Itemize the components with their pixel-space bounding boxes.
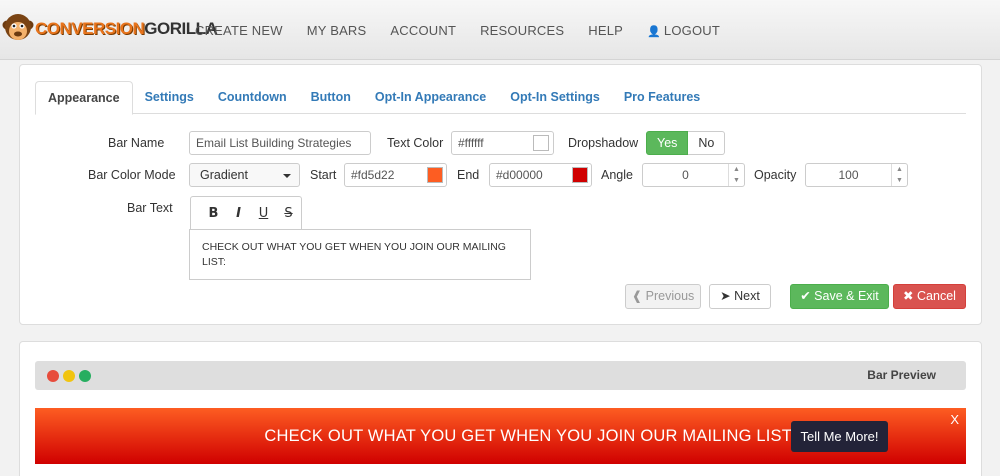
strikethrough-button[interactable]: S	[276, 206, 301, 221]
spin-down-icon[interactable]: ▼	[892, 175, 907, 186]
dropshadow-yes-button[interactable]: Yes	[646, 131, 689, 155]
text-color-label: Text Color	[387, 136, 444, 150]
bar-color-mode-value: Gradient	[200, 168, 248, 182]
bar-editor-panel: Appearance Settings Countdown Button Opt…	[19, 64, 982, 325]
start-label: Start	[310, 168, 337, 182]
underline-button[interactable]: U	[251, 206, 276, 221]
rich-text-toolbar: B I U S	[190, 196, 302, 229]
nav-account[interactable]: ACCOUNT	[378, 23, 468, 38]
x-icon: ✖	[903, 289, 914, 303]
opacity-input[interactable]: 100 ▲ ▼	[805, 163, 908, 187]
tab-appearance[interactable]: Appearance	[35, 81, 133, 115]
bar-color-mode-select[interactable]: Gradient	[189, 163, 300, 187]
bar-preview-panel: Bar Preview CHECK OUT WHAT YOU GET WHEN …	[19, 341, 982, 476]
preview-bar-text: CHECK OUT WHAT YOU GET WHEN YOU JOIN OUR…	[264, 427, 795, 445]
bar-text-label: Bar Text	[127, 201, 173, 215]
save-exit-button[interactable]: ✔ Save & Exit	[790, 284, 889, 309]
bar-text-editor[interactable]: CHECK OUT WHAT YOU GET WHEN YOU JOIN OUR…	[189, 229, 531, 280]
bar-color-mode-label: Bar Color Mode	[88, 168, 176, 182]
start-color-swatch[interactable]	[427, 167, 443, 183]
main-nav: CREATE NEW MY BARS ACCOUNT RESOURCES HEL…	[183, 0, 732, 60]
nav-logout-label: LOGOUT	[663, 22, 721, 38]
check-icon: ✔	[800, 289, 811, 303]
bar-name-input[interactable]: Email List Building Strategies	[189, 131, 371, 155]
yellow-dot-icon	[63, 370, 75, 382]
next-label: Next	[734, 289, 760, 303]
caret-down-icon	[283, 174, 291, 178]
nav-help[interactable]: HELP	[576, 23, 635, 38]
preview-window-bar: Bar Preview	[35, 361, 966, 390]
preview-bar: CHECK OUT WHAT YOU GET WHEN YOU JOIN OUR…	[35, 408, 966, 464]
nav-resources[interactable]: RESOURCES	[468, 23, 576, 38]
angle-input[interactable]: 0 ▲ ▼	[642, 163, 745, 187]
circle-chevron-left-icon: ❰	[631, 289, 643, 303]
nav-create-new[interactable]: CREATE NEW	[183, 23, 295, 38]
tab-opt-in-settings[interactable]: Opt-In Settings	[498, 81, 612, 114]
dropshadow-no-button[interactable]: No	[688, 131, 726, 155]
brand-part1: CONVERSION	[35, 19, 145, 38]
text-color-swatch[interactable]	[533, 135, 549, 151]
tell-me-more-button[interactable]: Tell Me More!	[791, 421, 888, 452]
opacity-spinner[interactable]: ▲ ▼	[891, 164, 907, 186]
tab-countdown[interactable]: Countdown	[206, 81, 299, 114]
preview-title: Bar Preview	[867, 368, 936, 382]
cancel-label: Cancel	[917, 289, 956, 303]
save-exit-label: Save & Exit	[814, 289, 879, 303]
cancel-button[interactable]: ✖ Cancel	[893, 284, 966, 309]
end-label: End	[457, 168, 480, 182]
nav-logout[interactable]: 👤 LOGOUT	[635, 23, 732, 38]
nav-my-bars[interactable]: MY BARS	[295, 23, 379, 38]
dropshadow-label: Dropshadow	[568, 136, 639, 150]
tab-pro-features[interactable]: Pro Features	[612, 81, 712, 114]
angle-spinner[interactable]: ▲ ▼	[728, 164, 744, 186]
opacity-value: 100	[838, 168, 859, 182]
angle-label: Angle	[601, 168, 633, 182]
user-icon: 👤	[647, 25, 661, 38]
spin-down-icon[interactable]: ▼	[729, 175, 744, 186]
opacity-label: Opacity	[754, 168, 797, 182]
bold-button[interactable]: B	[201, 206, 226, 221]
dropshadow-toggle: Yes No	[646, 131, 726, 155]
gorilla-logo-icon	[2, 14, 34, 40]
top-navbar: CONVERSIONGORILLA CREATE NEW MY BARS ACC…	[0, 0, 1000, 60]
bar-name-label: Bar Name	[108, 136, 165, 150]
angle-value: 0	[682, 168, 689, 182]
spin-up-icon[interactable]: ▲	[892, 164, 907, 175]
previous-button[interactable]: ❰ Previous	[625, 284, 701, 309]
green-dot-icon	[79, 370, 91, 382]
tab-settings[interactable]: Settings	[133, 81, 206, 114]
red-dot-icon	[47, 370, 59, 382]
spin-up-icon[interactable]: ▲	[729, 164, 744, 175]
previous-label: Previous	[645, 289, 695, 303]
end-color-swatch[interactable]	[572, 167, 588, 183]
editor-tabs: Appearance Settings Countdown Button Opt…	[35, 81, 966, 115]
close-icon[interactable]: X	[950, 412, 959, 427]
next-button[interactable]: ➤ Next	[709, 284, 771, 309]
circle-chevron-right-icon: ➤	[720, 289, 731, 303]
italic-button[interactable]: I	[226, 206, 251, 221]
tab-opt-in-appearance[interactable]: Opt-In Appearance	[363, 81, 498, 114]
tab-button[interactable]: Button	[299, 81, 363, 114]
